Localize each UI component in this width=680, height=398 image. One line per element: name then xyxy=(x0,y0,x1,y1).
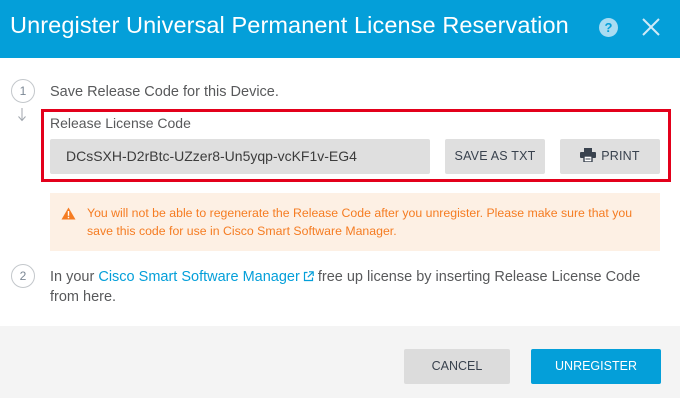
cancel-button[interactable]: CANCEL xyxy=(404,349,510,384)
step-2-number: 2 xyxy=(11,264,35,288)
dialog-header: Unregister Universal Permanent License R… xyxy=(0,0,680,58)
unregister-button[interactable]: UNREGISTER xyxy=(531,349,661,384)
step-1-number: 1 xyxy=(11,79,35,103)
step-2-text: In your Cisco Smart Software Manager fre… xyxy=(50,267,660,307)
warning-triangle-icon xyxy=(61,207,76,220)
print-button[interactable]: PRINT xyxy=(560,139,660,174)
save-as-txt-button[interactable]: SAVE AS TXT xyxy=(445,139,545,174)
printer-icon xyxy=(580,148,597,162)
release-license-code-label: Release License Code xyxy=(50,115,191,131)
step-1-text: Save Release Code for this Device. xyxy=(50,84,279,100)
external-link-icon xyxy=(303,271,314,282)
arrow-down-icon xyxy=(18,108,26,122)
dialog-title: Unregister Universal Permanent License R… xyxy=(10,12,569,38)
smart-software-manager-link[interactable]: Cisco Smart Software Manager xyxy=(98,269,314,285)
warning-text: You will not be able to regenerate the R… xyxy=(87,206,633,238)
warning-alert: You will not be able to regenerate the R… xyxy=(50,193,660,251)
print-button-label: PRINT xyxy=(601,149,640,163)
release-code-field[interactable]: DCsSXH-D2rBtc-UZzer8-Un5yqp-vcKF1v-EG4 xyxy=(50,139,430,174)
unregister-dialog: Unregister Universal Permanent License R… xyxy=(0,0,680,398)
close-icon[interactable] xyxy=(640,16,662,38)
help-icon[interactable]: ? xyxy=(599,18,618,37)
step-2-text-before: In your xyxy=(50,269,99,285)
dialog-footer: CANCEL UNREGISTER xyxy=(0,326,680,398)
smart-software-manager-link-label: Cisco Smart Software Manager xyxy=(98,269,300,285)
